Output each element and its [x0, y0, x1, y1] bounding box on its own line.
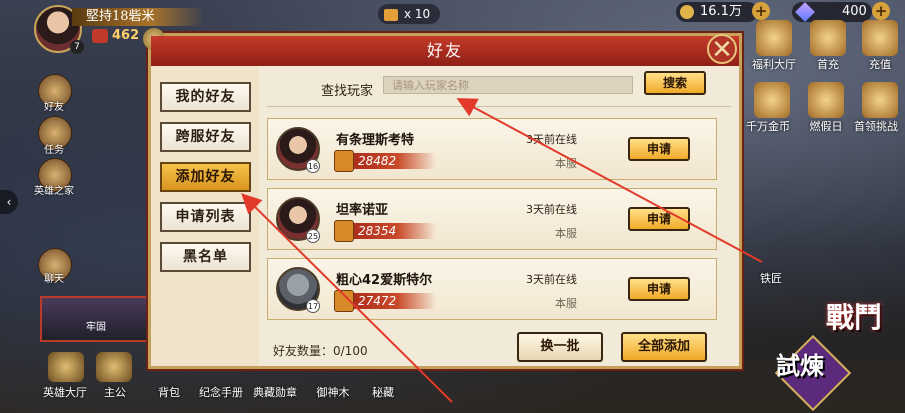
divider	[267, 106, 731, 107]
first-charge-icon[interactable]	[810, 20, 846, 56]
server-label: 本服	[555, 157, 577, 170]
ticket-counter[interactable]: x 10	[378, 4, 440, 24]
recharge-icon[interactable]	[862, 20, 898, 56]
gem-icon	[795, 1, 815, 22]
holiday-event-icon[interactable]	[808, 82, 844, 118]
tab-cross-server-friends[interactable]: 跨服好友	[160, 122, 251, 152]
online-status: 3天前在线	[526, 273, 577, 286]
friends-dialog: 好友 ✕ 我的好友 跨服好友 添加好友 申请列表 黑名单 查找玩家 请输入玩家名…	[143, 28, 742, 369]
fortress-button[interactable]: 牢固	[40, 296, 152, 342]
coin-value: 16.1万	[700, 4, 742, 19]
friend-power: 28354	[334, 220, 436, 242]
gold-coin-event-icon[interactable]	[754, 82, 790, 118]
tab-blacklist[interactable]: 黑名单	[160, 242, 251, 272]
online-status: 3天前在线	[526, 203, 577, 216]
friend-power-value: 28482	[358, 154, 397, 168]
hero-hall-icon[interactable]	[48, 352, 84, 382]
fortress-label: 牢固	[86, 322, 106, 333]
welfare-hall-label: 福利大厅	[752, 58, 796, 71]
left-menu-tasks-label: 任务	[44, 145, 64, 156]
add-coins-button[interactable]: +	[752, 2, 770, 20]
trial-label: 試煉	[776, 351, 824, 380]
left-menu-chat-label: 聊天	[44, 274, 64, 285]
friend-power-value: 27472	[358, 294, 397, 308]
sword-icon	[334, 290, 354, 312]
coin-counter: 16.1万	[676, 2, 758, 22]
friend-level: 17	[306, 299, 320, 313]
left-menu-friends-label: 好友	[44, 102, 64, 113]
server-label: 本服	[555, 297, 577, 310]
ticket-count: x 10	[404, 7, 431, 21]
sword-icon	[92, 28, 108, 43]
player-power: 462	[92, 28, 139, 43]
friend-level: 25	[306, 229, 320, 243]
battle-button[interactable]: 戰鬥	[826, 296, 892, 354]
welfare-hall-icon[interactable]	[756, 20, 792, 56]
add-friend-panel: 查找玩家 请输入玩家名称 搜索 16 有条理斯考特 28482 3天前在线 本服…	[259, 66, 739, 366]
search-label: 查找玩家	[321, 84, 374, 99]
list-item: 17 粗心42爱斯特尔 27472 3天前在线 本服 申请	[267, 258, 717, 320]
blacksmith-label[interactable]: 铁匠	[760, 270, 782, 286]
refresh-batch-button[interactable]: 换一批	[517, 332, 603, 362]
player-name: 堅持18砦米	[72, 8, 204, 26]
coin-icon	[680, 4, 694, 19]
ticket-icon	[384, 8, 398, 21]
gem-value: 400	[842, 4, 867, 19]
gem-counter: 400	[792, 1, 872, 22]
apply-button[interactable]: 申请	[628, 137, 690, 161]
friend-level: 16	[306, 159, 320, 173]
friend-power: 27472	[334, 290, 436, 312]
add-gems-button[interactable]: +	[872, 2, 890, 20]
player-level: 7	[70, 40, 84, 54]
online-status: 3天前在线	[526, 133, 577, 146]
first-charge-label: 首充	[817, 58, 839, 71]
player-power-value: 462	[112, 28, 140, 43]
list-item: 25 坦率诺亚 28354 3天前在线 本服 申请	[267, 188, 717, 250]
friend-name: 有条理斯考特	[336, 133, 415, 148]
close-icon[interactable]: ✕	[707, 34, 737, 64]
friend-count: 好友数量：0/100	[273, 344, 368, 358]
friend-name: 坦率诺亚	[336, 203, 389, 218]
friend-power-value: 28354	[358, 224, 397, 238]
server-label: 本服	[555, 227, 577, 240]
add-all-button[interactable]: 全部添加	[621, 332, 707, 362]
apply-button[interactable]: 申请	[628, 207, 690, 231]
player-search-input[interactable]: 请输入玩家名称	[383, 76, 633, 94]
friends-sidebar: 我的好友 跨服好友 添加好友 申请列表 黑名单	[151, 66, 259, 366]
search-button[interactable]: 搜索	[644, 71, 706, 95]
boss-challenge-label: 首领挑战	[854, 120, 898, 133]
recharge-label: 充值	[869, 58, 891, 71]
dialog-title: 好友	[151, 36, 739, 66]
apply-button[interactable]: 申请	[628, 277, 690, 301]
sword-icon	[334, 220, 354, 242]
sword-icon	[334, 150, 354, 172]
tab-request-list[interactable]: 申请列表	[160, 202, 251, 232]
bottom-menu-hidden-treasure[interactable]: 秘藏	[348, 384, 418, 400]
list-item: 16 有条理斯考特 28482 3天前在线 本服 申请	[267, 118, 717, 180]
left-menu-hero-home-label: 英雄之家	[34, 186, 74, 197]
tab-my-friends[interactable]: 我的好友	[160, 82, 251, 112]
friend-power: 28482	[334, 150, 436, 172]
boss-challenge-icon[interactable]	[862, 82, 898, 118]
tab-add-friend[interactable]: 添加好友	[160, 162, 251, 192]
gold-coin-event-label: 千万金币	[746, 120, 790, 133]
friend-name: 粗心42爱斯特尔	[336, 273, 433, 288]
lord-icon[interactable]	[96, 352, 132, 382]
